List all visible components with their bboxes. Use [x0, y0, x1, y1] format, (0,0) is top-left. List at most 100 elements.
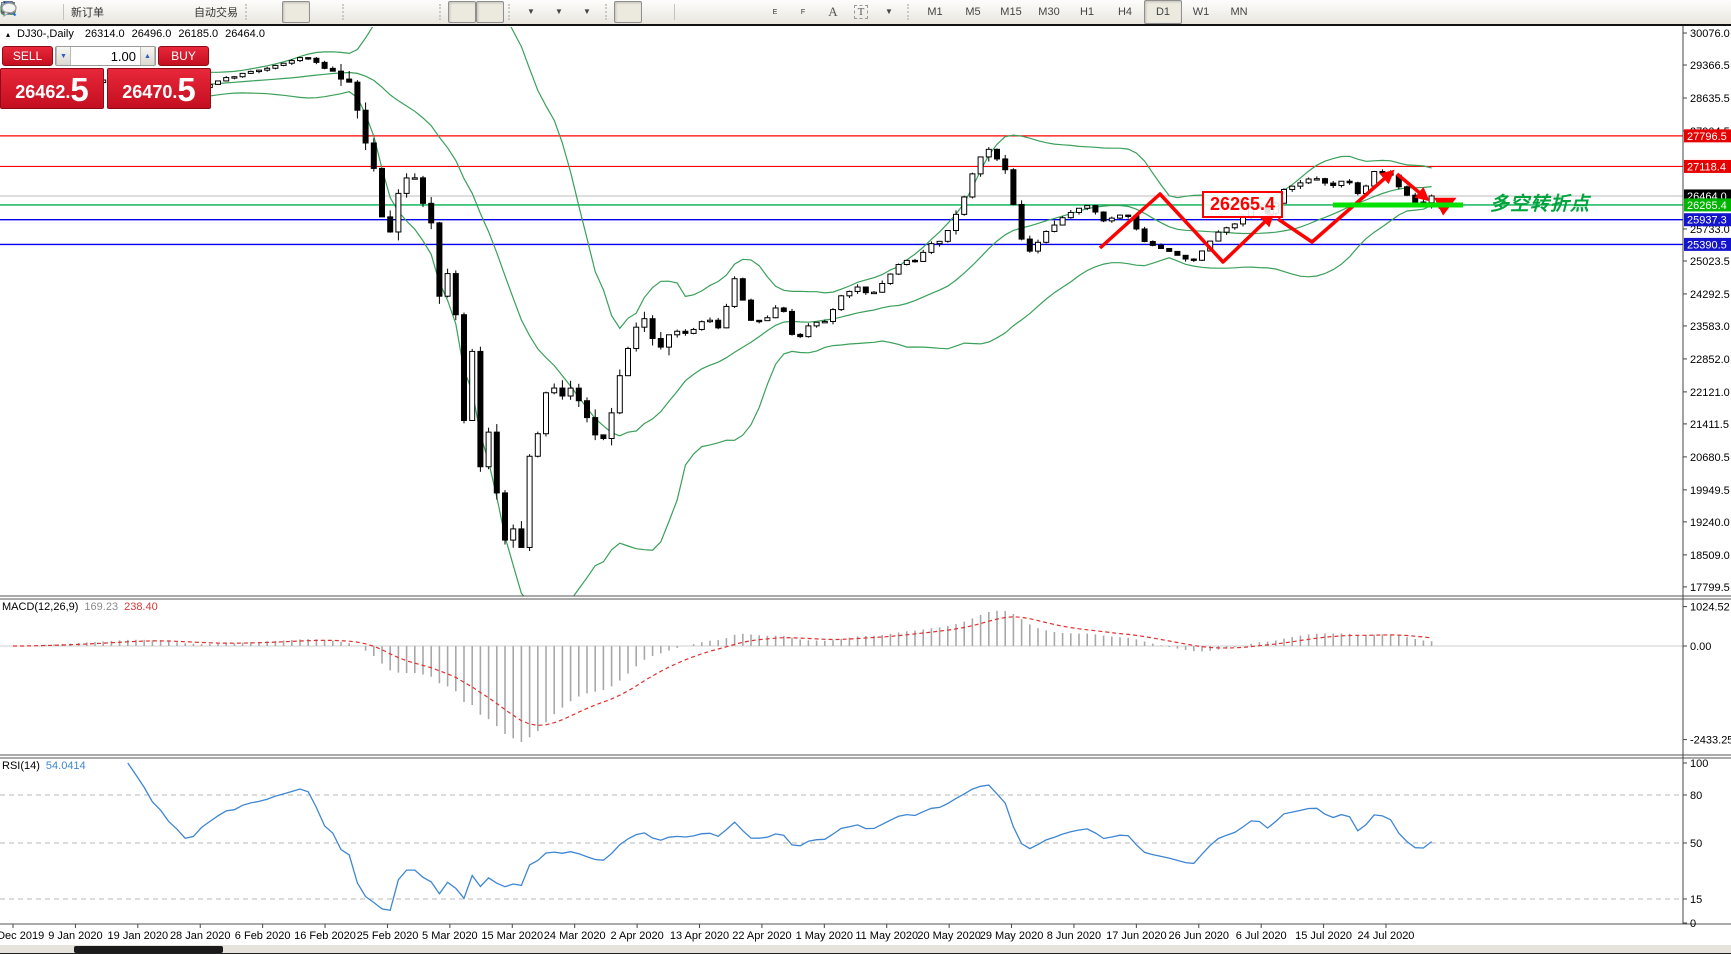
sell-price-display[interactable]: 26462.5 [0, 68, 104, 109]
periods-button[interactable]: ▼ [545, 1, 573, 23]
svg-text:19240.0: 19240.0 [1690, 517, 1730, 529]
timeframe-button-h4[interactable]: H4 [1106, 0, 1144, 24]
volume-input[interactable] [71, 47, 140, 65]
sell-button[interactable]: SELL [2, 46, 53, 66]
buy-price-big-digit: 5 [177, 73, 195, 107]
svg-text:8 Jun 2020: 8 Jun 2020 [1047, 930, 1101, 942]
trendline-button[interactable] [735, 1, 763, 23]
svg-text:11 May 2020: 11 May 2020 [855, 930, 918, 942]
zoom-in-button[interactable] [351, 1, 379, 23]
buy-button[interactable]: BUY [158, 46, 209, 66]
volume-up-button[interactable]: ▲ [140, 47, 155, 65]
candlestick-chart-button[interactable] [282, 1, 310, 23]
crosshair-button[interactable] [642, 1, 670, 23]
buy-price-display[interactable]: 26470.5 [107, 68, 211, 109]
bar-chart-button[interactable] [254, 1, 282, 23]
timeframe-button-w1[interactable]: W1 [1182, 0, 1220, 24]
volume-stepper: ▼ ▲ [55, 46, 156, 66]
indicators-button[interactable]: ▼ [517, 1, 545, 23]
macd-name: MACD(12,26,9) [2, 601, 78, 613]
svg-text:18509.0: 18509.0 [1690, 550, 1730, 562]
svg-text:15 Jul 2020: 15 Jul 2020 [1295, 930, 1352, 942]
svg-text:17799.5: 17799.5 [1690, 582, 1730, 594]
svg-text:1 May 2020: 1 May 2020 [796, 930, 853, 942]
dropdown-caret-icon: ▼ [885, 8, 893, 16]
chart-shift-button[interactable] [476, 1, 504, 23]
bottom-status-strip [0, 945, 1731, 954]
svg-text:15 Mar 2020: 15 Mar 2020 [481, 930, 543, 942]
text-label-button[interactable]: T [847, 1, 875, 23]
svg-text:13 Apr 2020: 13 Apr 2020 [670, 930, 729, 942]
timeframe-button-d1[interactable]: D1 [1144, 0, 1182, 24]
open-value: 26314.0 [85, 28, 125, 40]
vertical-line-button[interactable] [679, 1, 707, 23]
symbol-marker-icon: ▴ [6, 30, 10, 39]
macd-value: 169.23 [84, 601, 118, 613]
timeframe-button-h1[interactable]: H1 [1068, 0, 1106, 24]
fibo-letter: F [801, 9, 805, 16]
svg-text:24 Jul 2020: 24 Jul 2020 [1358, 930, 1415, 942]
svg-text:30076.0: 30076.0 [1690, 28, 1730, 40]
timeframe-button-mn[interactable]: MN [1220, 0, 1258, 24]
arrows-button[interactable]: ▼ [875, 1, 903, 23]
chart-title: ▴ DJ30-,Daily 26314.0 26496.0 26185.0 26… [6, 28, 265, 40]
dropdown-caret-icon: ▼ [555, 8, 563, 16]
fibonacci-button[interactable]: F [791, 1, 819, 23]
community-button[interactable] [135, 1, 163, 23]
templates-button[interactable]: ▼ [573, 1, 601, 23]
market-button[interactable] [107, 1, 135, 23]
timeframe-button-m1[interactable]: M1 [916, 0, 954, 24]
chart-canvas[interactable]: 30076.029366.528635.527904.525733.025023… [0, 0, 1731, 954]
close-value: 26464.0 [225, 28, 265, 40]
toolbar-grip [342, 4, 347, 20]
date-axis[interactable]: 31 Dec 20199 Jan 202019 Jan 202028 Jan 2… [0, 924, 1414, 942]
volume-down-button[interactable]: ▼ [56, 47, 71, 65]
new-order-label: 新订单 [71, 4, 104, 20]
new-order-button[interactable]: 新订单 [68, 1, 107, 23]
svg-text:25390.5: 25390.5 [1687, 239, 1727, 251]
label-tool-glyph: T [854, 5, 869, 19]
svg-text:19 Jan 2020: 19 Jan 2020 [108, 930, 169, 942]
svg-text:27796.5: 27796.5 [1687, 131, 1727, 143]
svg-text:29366.5: 29366.5 [1690, 60, 1730, 72]
sell-price-big-digit: 5 [70, 73, 88, 107]
svg-text:17 Jun 2020: 17 Jun 2020 [1106, 930, 1167, 942]
svg-text:27118.4: 27118.4 [1687, 161, 1726, 173]
svg-text:25 Feb 2020: 25 Feb 2020 [357, 930, 419, 942]
toolbar-grip [605, 4, 610, 20]
svg-text:25937.3: 25937.3 [1687, 215, 1727, 227]
chat-icon[interactable] [0, 0, 18, 18]
cursor-button[interactable] [614, 1, 642, 23]
svg-text:100: 100 [1690, 758, 1708, 770]
text-tool-label: A [828, 4, 837, 20]
signals-button[interactable] [163, 1, 191, 23]
auto-scroll-button[interactable] [448, 1, 476, 23]
svg-text:15: 15 [1690, 894, 1702, 906]
line-chart-button[interactable] [310, 1, 338, 23]
toolbar-grip [439, 4, 444, 20]
toolbar-bottom-border [0, 24, 1731, 26]
toolbar-grip [245, 4, 250, 20]
svg-text:25023.5: 25023.5 [1690, 256, 1730, 268]
svg-text:22852.0: 22852.0 [1690, 354, 1730, 366]
zoom-out-button[interactable] [379, 1, 407, 23]
timeframe-button-m30[interactable]: M30 [1030, 0, 1068, 24]
text-button[interactable]: A [819, 1, 847, 23]
svg-text:6 Jul 2020: 6 Jul 2020 [1236, 930, 1287, 942]
auto-trading-button[interactable]: 自动交易 [191, 1, 241, 23]
profiles-button[interactable] [31, 1, 59, 23]
svg-text:-2433.25: -2433.25 [1690, 735, 1731, 747]
svg-text:50: 50 [1690, 838, 1702, 850]
channel-letter: E [773, 9, 778, 16]
equidistant-channel-button[interactable]: E [763, 1, 791, 23]
rsi-indicator-label: RSI(14)54.0414 [2, 760, 86, 772]
svg-text:24 Mar 2020: 24 Mar 2020 [544, 930, 606, 942]
low-value: 26185.0 [178, 28, 218, 40]
horizontal-line-button[interactable] [707, 1, 735, 23]
dropdown-caret-icon: ▼ [527, 8, 535, 16]
price-callout-box: 26265.4 [1202, 191, 1283, 218]
tile-windows-button[interactable] [407, 1, 435, 23]
timeframe-button-m5[interactable]: M5 [954, 0, 992, 24]
macd-signal-value: 238.40 [124, 601, 158, 613]
timeframe-button-m15[interactable]: M15 [992, 0, 1030, 24]
